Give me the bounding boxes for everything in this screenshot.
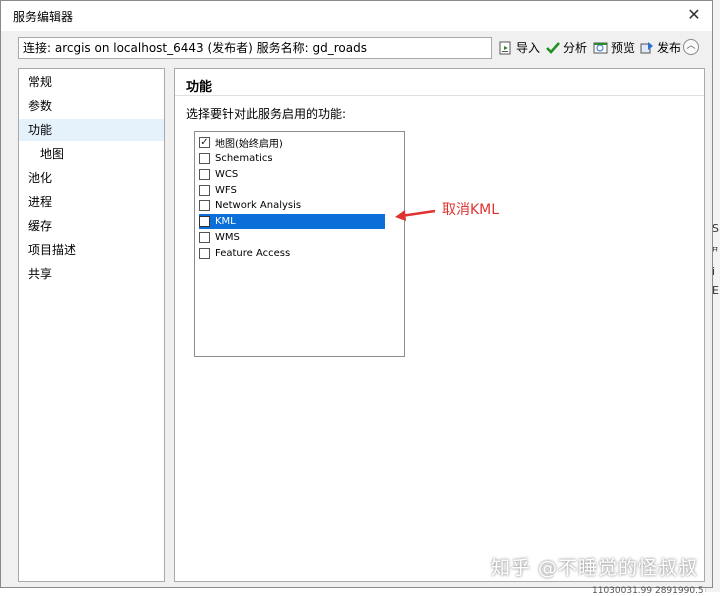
connection-info-field: 连接: arcgis on localhost_6443 (发布者) 服务名称:… xyxy=(18,37,492,59)
capability-item-kml[interactable]: KML xyxy=(199,214,385,229)
publish-label: 发布 xyxy=(657,41,682,55)
nav-item-item-description[interactable]: 项目描述 xyxy=(19,239,164,261)
publish-button[interactable]: 发布 xyxy=(639,38,681,58)
window-title: 服务编辑器 xyxy=(13,10,74,24)
import-label: 导入 xyxy=(516,41,541,55)
title-bar: 服务编辑器 ✕ xyxy=(1,1,712,31)
capability-label: WFS xyxy=(215,185,237,196)
checkbox[interactable] xyxy=(199,153,210,164)
capability-label: 地图(始终启用) xyxy=(215,139,283,150)
capability-item-schematics[interactable]: Schematics xyxy=(199,151,385,166)
preview-label: 预览 xyxy=(611,41,636,55)
capability-item-network-analysis[interactable]: Network Analysis xyxy=(199,198,385,213)
checkbox[interactable] xyxy=(199,232,210,243)
capability-item-map[interactable]: ✓ 地图(始终启用) xyxy=(199,135,385,150)
capability-label: Network Analysis xyxy=(215,200,302,211)
background-text: S xyxy=(712,222,719,235)
capability-label: WCS xyxy=(215,169,239,180)
background-text: E xyxy=(712,284,719,297)
collapse-icon[interactable]: ︿ xyxy=(683,39,699,55)
capability-item-wcs[interactable]: WCS xyxy=(199,167,385,182)
capability-label: WMS xyxy=(215,232,240,243)
watermark: 知乎 @不睡觉的怪叔叔 xyxy=(491,557,699,579)
checkbox[interactable] xyxy=(199,248,210,259)
panel-description: 选择要针对此服务启用的功能: xyxy=(186,107,347,121)
preview-icon xyxy=(593,40,609,56)
preview-button[interactable]: 预览 xyxy=(593,38,635,58)
checkbox[interactable] xyxy=(199,200,210,211)
nav-item-capabilities[interactable]: 功能 xyxy=(19,119,164,141)
panel-title: 功能 xyxy=(186,80,213,95)
capability-label: Schematics xyxy=(215,153,273,164)
nav-item-pooling[interactable]: 池化 xyxy=(19,167,164,189)
nav-item-caching[interactable]: 缓存 xyxy=(19,215,164,237)
nav-item-parameters[interactable]: 参数 xyxy=(19,95,164,117)
publish-icon xyxy=(639,40,655,56)
divider xyxy=(175,95,704,96)
background-status-text: 11030031.99 2891990.5 xyxy=(592,586,704,596)
checkbox[interactable] xyxy=(199,169,210,180)
service-editor-dialog: 服务编辑器 ✕ 连接: arcgis on localhost_6443 (发布… xyxy=(0,0,713,588)
sidebar-nav: 常规 参数 功能 地图 池化 进程 缓存 项目描述 共享 xyxy=(18,68,165,582)
nav-item-general[interactable]: 常规 xyxy=(19,71,164,93)
checkbox[interactable]: ✓ xyxy=(199,137,210,148)
capabilities-list: ✓ 地图(始终启用) Schematics WCS WFS Network An… xyxy=(194,131,405,357)
checkbox[interactable] xyxy=(199,216,210,227)
nav-item-processes[interactable]: 进程 xyxy=(19,191,164,213)
capability-item-feature-access[interactable]: Feature Access xyxy=(199,246,385,261)
import-button[interactable]: 导入 xyxy=(498,38,540,58)
analyze-button[interactable]: 分析 xyxy=(545,38,587,58)
capability-item-wfs[interactable]: WFS xyxy=(199,183,385,198)
capabilities-panel: 功能 选择要针对此服务启用的功能: ✓ 地图(始终启用) Schematics … xyxy=(174,68,705,582)
checkbox[interactable] xyxy=(199,185,210,196)
close-button[interactable]: ✕ xyxy=(682,4,706,26)
capability-item-wms[interactable]: WMS xyxy=(199,230,385,245)
checkmark-icon xyxy=(545,40,561,56)
nav-item-map[interactable]: 地图 xyxy=(19,143,164,165)
nav-item-sharing[interactable]: 共享 xyxy=(19,263,164,285)
annotation-label: 取消KML xyxy=(442,202,500,218)
annotation-arrow-icon xyxy=(395,209,436,221)
capability-label: KML xyxy=(215,216,236,227)
import-icon xyxy=(498,40,514,56)
analyze-label: 分析 xyxy=(563,41,588,55)
capability-label: Feature Access xyxy=(215,248,291,259)
